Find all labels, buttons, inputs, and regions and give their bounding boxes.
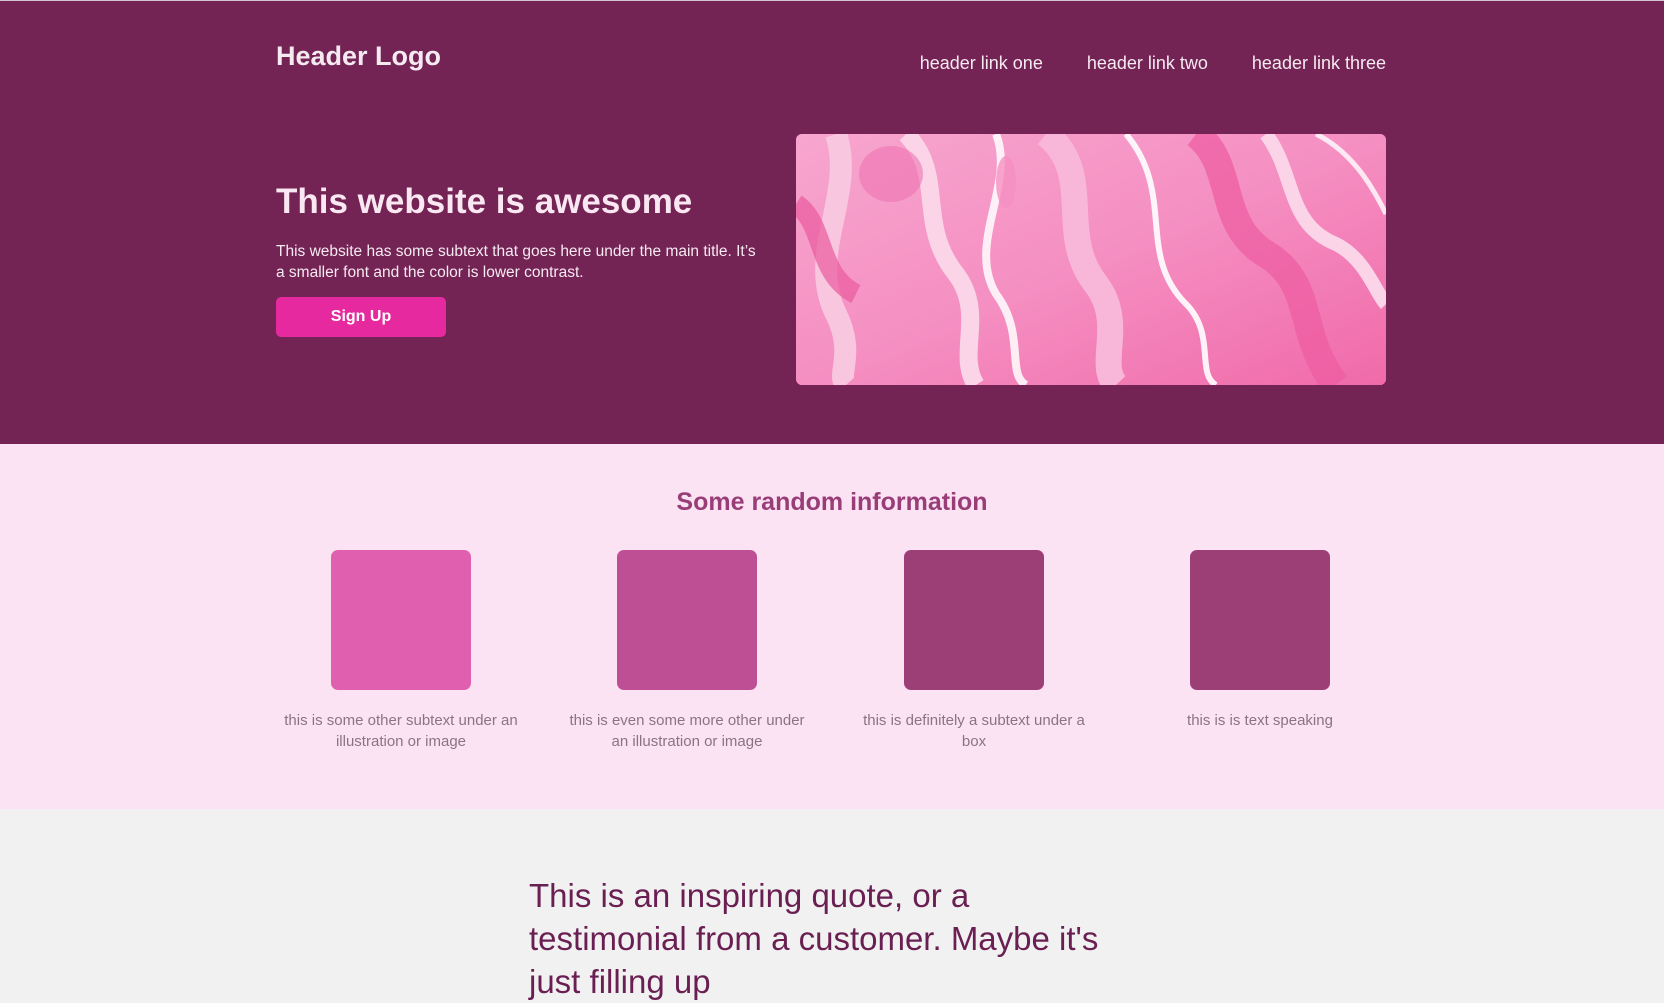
header-logo[interactable]: Header Logo <box>276 41 441 72</box>
info-section: Some random information this is some oth… <box>0 444 1664 809</box>
illustration-box <box>331 550 471 690</box>
quote-section: This is an inspiring quote, or a testimo… <box>0 809 1664 1000</box>
testimonial-quote: This is an inspiring quote, or a testimo… <box>529 877 1099 1000</box>
illustration-box <box>904 550 1044 690</box>
illustration-box <box>617 550 757 690</box>
card-caption: this is is text speaking <box>1187 712 1333 729</box>
sign-up-button[interactable]: Sign Up <box>276 297 446 337</box>
card-caption: this is some other subtext under an illu… <box>284 712 518 750</box>
header-nav: header link one header link two header l… <box>920 53 1386 74</box>
hero-section: Header Logo header link one header link … <box>0 0 1664 444</box>
info-title: Some random information <box>676 488 988 516</box>
info-card: this is even some more other under an il… <box>557 550 817 752</box>
card-caption: this is definitely a subtext under a box <box>863 712 1085 750</box>
hero-title: This website is awesome <box>276 182 693 221</box>
hero-marble-image <box>796 134 1386 385</box>
hero-subtext: This website has some subtext that goes … <box>276 243 756 281</box>
illustration-box <box>1190 550 1330 690</box>
header-link-two[interactable]: header link two <box>1087 53 1208 74</box>
info-card: this is definitely a subtext under a box <box>844 550 1104 752</box>
info-card: this is some other subtext under an illu… <box>271 550 531 752</box>
header-link-three[interactable]: header link three <box>1252 53 1386 74</box>
info-card: this is is text speaking <box>1130 550 1390 731</box>
header-link-one[interactable]: header link one <box>920 53 1043 74</box>
card-caption: this is even some more other under an il… <box>569 712 805 750</box>
